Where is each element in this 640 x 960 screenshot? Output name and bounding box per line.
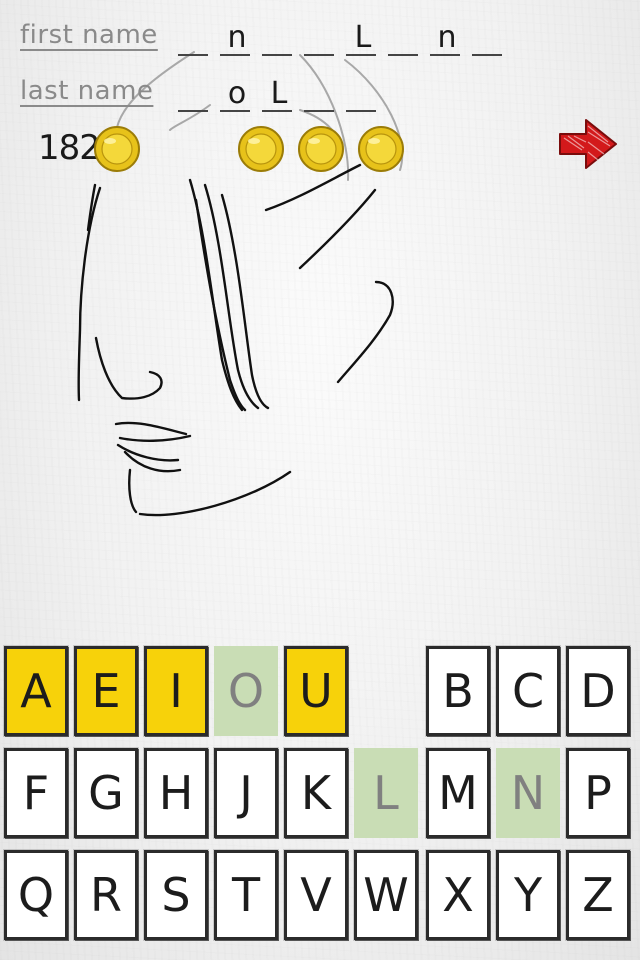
key-e[interactable]: E xyxy=(74,646,138,736)
first-name-slots: n Ln xyxy=(174,18,510,58)
key-w[interactable]: W xyxy=(354,850,418,940)
key-k[interactable]: K xyxy=(284,748,348,838)
first-name-letter-slot xyxy=(258,18,300,58)
key-f[interactable]: F xyxy=(4,748,68,838)
first-name-letter-slot xyxy=(384,18,426,58)
last-name-slots: oL xyxy=(174,74,384,114)
first-name-letter-slot xyxy=(174,18,216,58)
last-name-letter-slot xyxy=(174,74,216,114)
key-y[interactable]: Y xyxy=(496,850,560,940)
coin-icon xyxy=(94,126,140,172)
hint-coin-icon[interactable] xyxy=(356,124,406,174)
key-a[interactable]: A xyxy=(4,646,68,736)
last-name-letter-slot xyxy=(300,74,342,114)
key-s[interactable]: S xyxy=(144,850,208,940)
first-name-letter-slot xyxy=(300,18,342,58)
key-i[interactable]: I xyxy=(144,646,208,736)
first-name-letter-slot: n xyxy=(216,18,258,58)
coin-count: 182 xyxy=(38,128,101,168)
first-name-letter-slot: n xyxy=(426,18,468,58)
last-name-letter-slot: L xyxy=(258,74,300,114)
key-d[interactable]: D xyxy=(566,646,630,736)
hint-coin-icon[interactable] xyxy=(236,124,286,174)
key-h[interactable]: H xyxy=(144,748,208,838)
key-c[interactable]: C xyxy=(496,646,560,736)
key-n: N xyxy=(496,748,560,838)
key-z[interactable]: Z xyxy=(566,850,630,940)
key-v[interactable]: V xyxy=(284,850,348,940)
key-r[interactable]: R xyxy=(74,850,138,940)
first-name-letter-slot xyxy=(468,18,510,58)
first-name-letter-slot: L xyxy=(342,18,384,58)
key-o: O xyxy=(214,646,278,736)
last-name-letter-slot xyxy=(342,74,384,114)
key-q[interactable]: Q xyxy=(4,850,68,940)
next-arrow-icon[interactable] xyxy=(556,112,620,176)
first-name-label: first name xyxy=(20,20,158,50)
hint-coin-icon[interactable] xyxy=(296,124,346,174)
key-p[interactable]: P xyxy=(566,748,630,838)
key-b[interactable]: B xyxy=(426,646,490,736)
key-u[interactable]: U xyxy=(284,646,348,736)
last-name-label: last name xyxy=(20,76,154,106)
key-t[interactable]: T xyxy=(214,850,278,940)
key-l: L xyxy=(354,748,418,838)
key-x[interactable]: X xyxy=(426,850,490,940)
last-name-letter-slot: o xyxy=(216,74,258,114)
key-m[interactable]: M xyxy=(426,748,490,838)
key-g[interactable]: G xyxy=(74,748,138,838)
key-j[interactable]: J xyxy=(214,748,278,838)
